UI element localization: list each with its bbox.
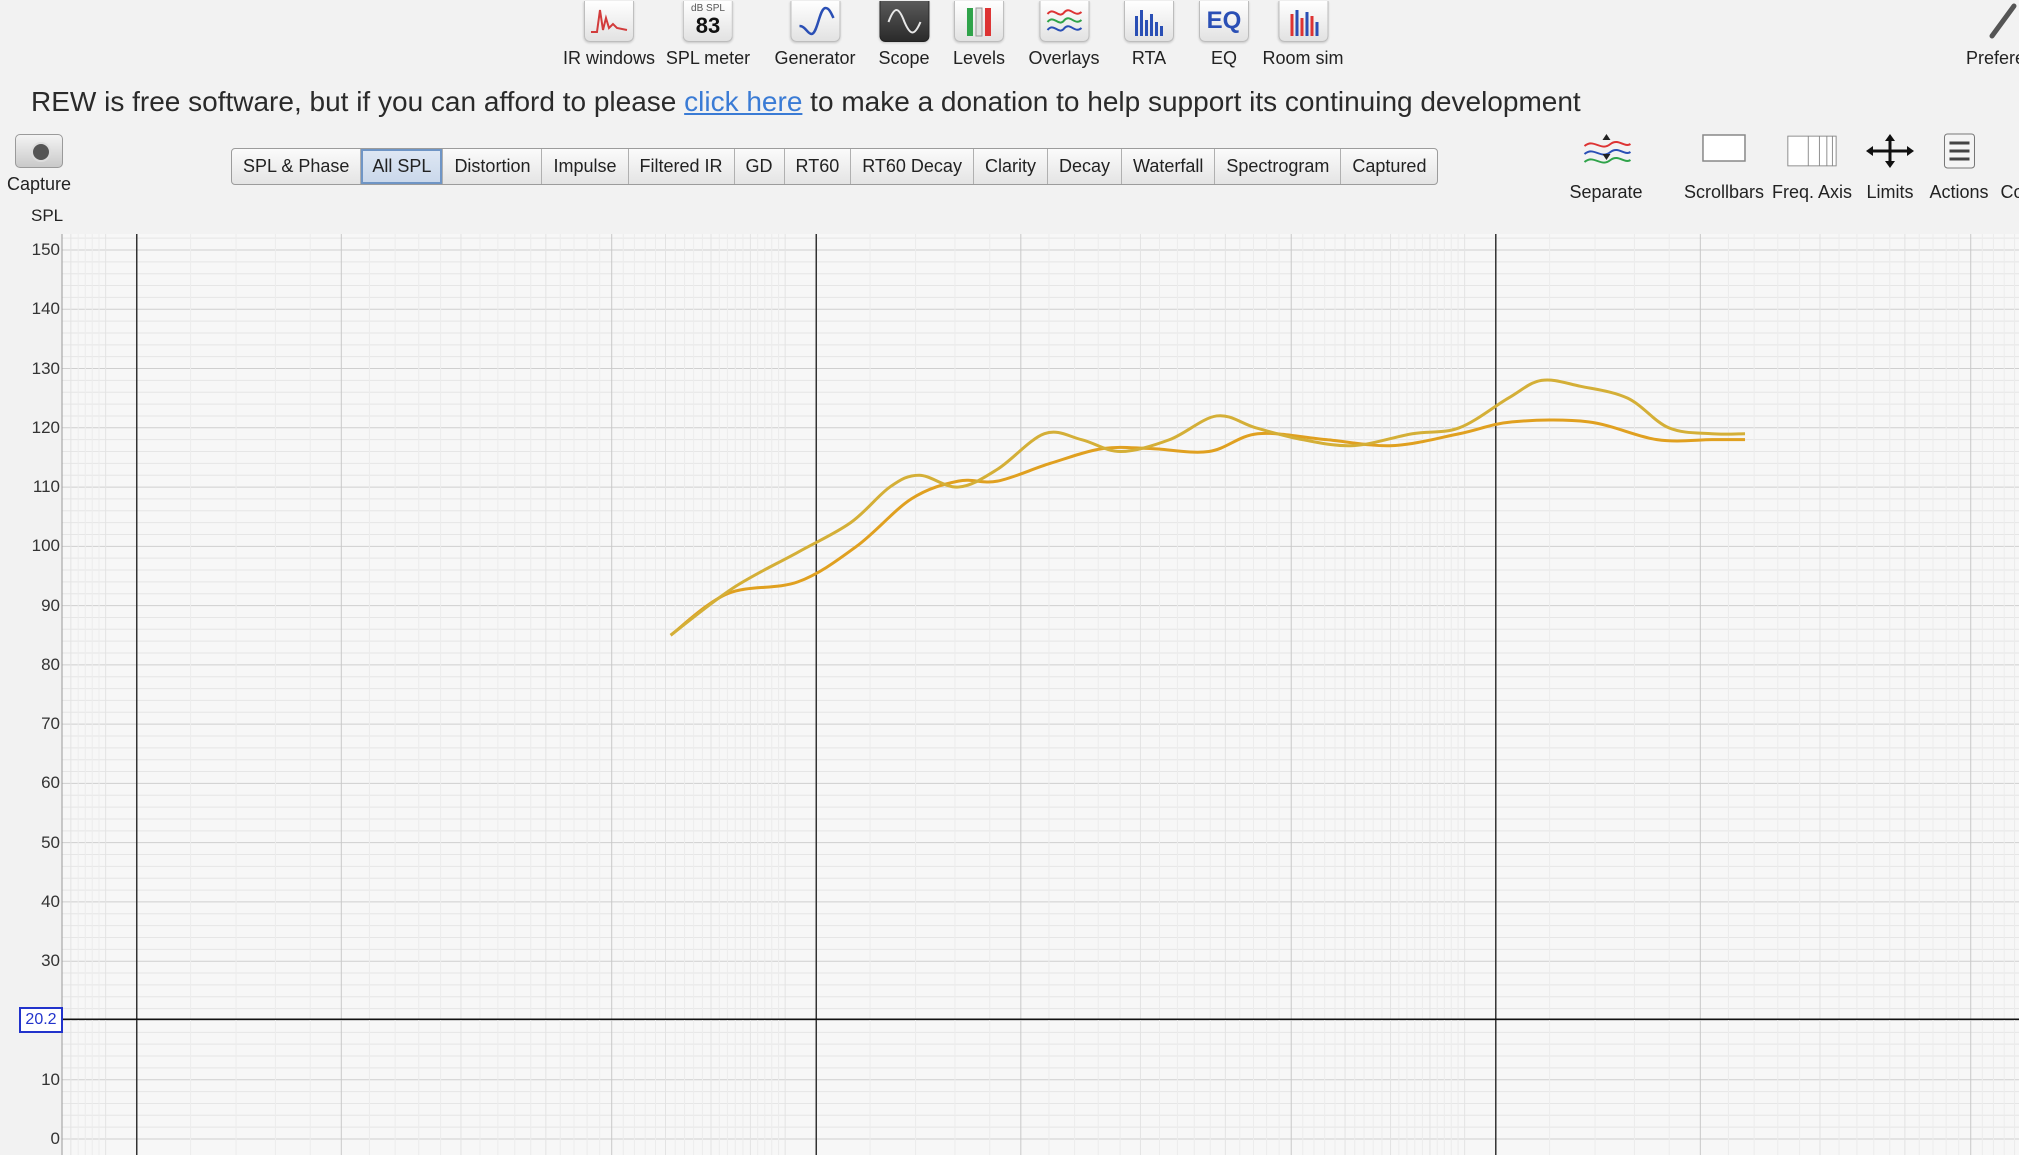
- y-tick-label: 80: [41, 654, 60, 674]
- y-tick-label: 30: [41, 951, 60, 971]
- y-tick-label: 50: [41, 832, 60, 852]
- y-tick-label: 90: [41, 595, 60, 615]
- plot-area: [62, 234, 2019, 1155]
- y-tick-label: 110: [32, 477, 60, 497]
- graph-grid: [61, 234, 2019, 1155]
- y-tick-label: 140: [31, 299, 60, 319]
- y-tick-label: 100: [31, 536, 60, 556]
- y-tick-label: 120: [31, 417, 60, 437]
- y-tick-label: 150: [31, 240, 60, 259]
- y-tick-label: 0: [50, 1129, 60, 1148]
- y-tick-label: 60: [41, 773, 60, 793]
- spl-graph[interactable]: [0, 0, 2019, 1155]
- cursor-value-box: 20.2: [19, 1007, 63, 1034]
- y-tick-label: 130: [31, 358, 60, 378]
- y-tick-label: 10: [41, 1069, 60, 1089]
- y-tick-label: 70: [41, 714, 60, 734]
- y-tick-label: 40: [41, 891, 60, 911]
